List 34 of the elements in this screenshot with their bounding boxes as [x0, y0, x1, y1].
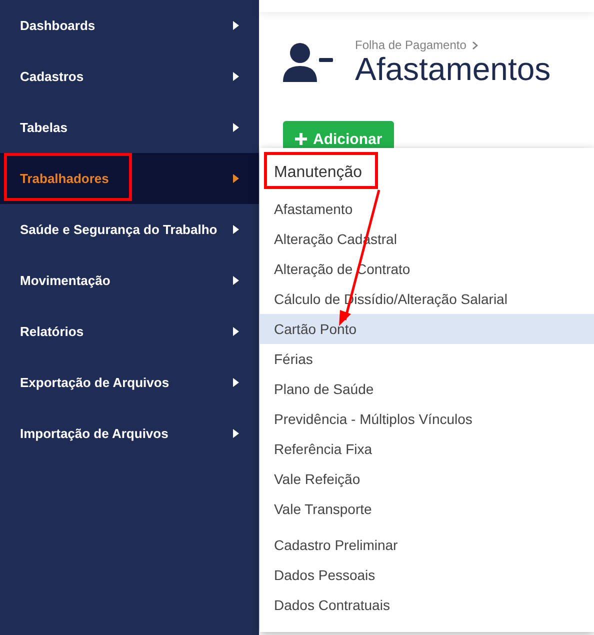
caret-icon — [233, 174, 239, 183]
caret-icon — [233, 123, 239, 132]
page-title: Afastamentos — [355, 52, 551, 88]
menu-item[interactable]: Dados Pessoais — [260, 560, 594, 590]
breadcrumb[interactable]: Folha de Pagamento — [355, 38, 466, 52]
menu-item[interactable]: Cartão Ponto — [260, 314, 594, 344]
caret-icon — [233, 276, 239, 285]
chevron-right-icon — [472, 40, 478, 50]
sidebar-item[interactable]: Relatórios — [0, 306, 259, 357]
caret-icon — [233, 225, 239, 234]
sidebar-item[interactable]: Cadastros — [0, 51, 259, 102]
sidebar-item[interactable]: Saúde e Segurança do Trabalho — [0, 204, 259, 255]
menu-item[interactable]: Afastamento — [260, 194, 594, 224]
menu-item[interactable]: Dados Contratuais — [260, 590, 594, 620]
menu-item[interactable]: Referência Fixa — [260, 434, 594, 464]
plus-icon — [295, 133, 307, 146]
menu-section-title: Manutenção — [260, 158, 594, 188]
caret-icon — [233, 72, 239, 81]
menu-item[interactable]: Vale Refeição — [260, 464, 594, 494]
caret-icon — [233, 327, 239, 336]
sidebar-item[interactable]: Trabalhadores — [0, 153, 259, 204]
sidebar-item[interactable]: Tabelas — [0, 102, 259, 153]
menu-item[interactable]: Vale Transporte — [260, 494, 594, 524]
sidebar-item[interactable]: Dashboards — [0, 0, 259, 51]
caret-icon — [233, 378, 239, 387]
sidebar-item[interactable]: Movimentação — [0, 255, 259, 306]
caret-icon — [233, 21, 239, 30]
sidebar-item[interactable]: Exportação de Arquivos — [0, 357, 259, 408]
caret-icon — [233, 429, 239, 438]
sidebar-item[interactable]: Importação de Arquivos — [0, 408, 259, 459]
menu-item[interactable]: Plano de Saúde — [260, 374, 594, 404]
menu-item[interactable]: Férias — [260, 344, 594, 374]
menu-item[interactable]: Previdência - Múltiplos Vínculos — [260, 404, 594, 434]
menu-item[interactable]: Cadastro Preliminar — [260, 530, 594, 560]
